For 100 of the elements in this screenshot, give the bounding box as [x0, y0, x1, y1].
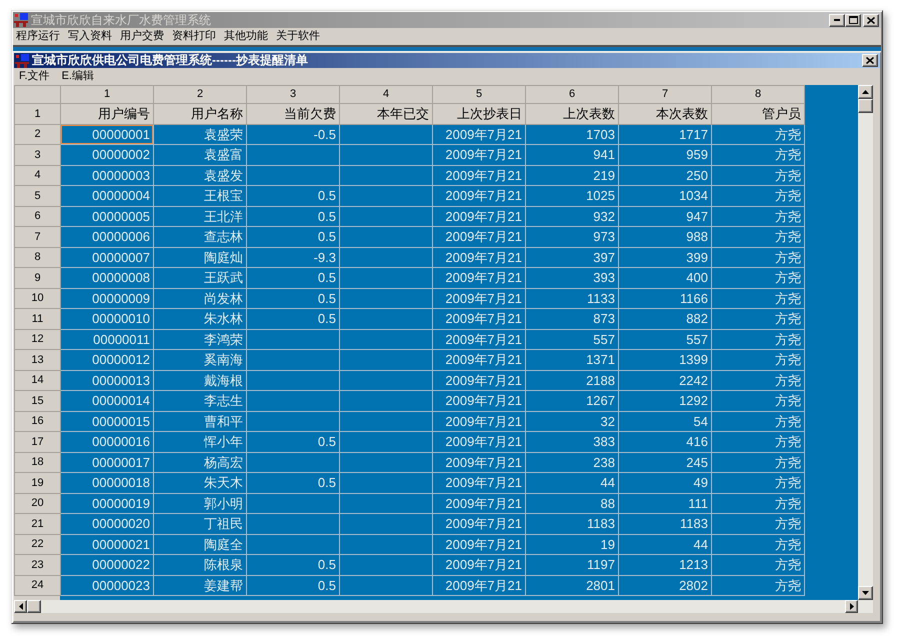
table-cell: 00000015: [60, 411, 154, 432]
table-cell: 973: [526, 226, 618, 247]
table-cell: 0.5: [246, 308, 340, 329]
table-cell: 王北洋: [154, 206, 246, 226]
table-cell: 2009年7月21: [432, 575, 526, 596]
table-cell: 查志林: [154, 226, 246, 247]
table-cell: 2009年7月21: [432, 411, 526, 432]
table-cell: 882: [618, 308, 712, 329]
scroll-up-button[interactable]: [858, 85, 873, 99]
scrollbar-thumb[interactable]: [858, 99, 873, 113]
table-cell: 0.5: [246, 206, 340, 226]
table-cell: 1267: [526, 390, 618, 411]
row-number: 16: [14, 411, 60, 432]
table-cell: 方尧: [712, 268, 804, 288]
table-cell: 方尧: [712, 452, 804, 472]
column-header: 用户名称: [154, 104, 246, 124]
column-header: 用户编号: [60, 104, 154, 124]
row-number: 19: [14, 472, 60, 493]
table-cell: 2009年7月21: [432, 472, 526, 493]
table-cell: 方尧: [712, 514, 804, 534]
table-cell: 李志生: [154, 390, 246, 411]
table-cell: 00000006: [60, 226, 154, 247]
scroll-right-button[interactable]: [845, 600, 858, 613]
horizontal-scrollbar[interactable]: [14, 600, 858, 613]
table-cell: 0.5: [246, 554, 340, 575]
table-cell: 2009年7月21: [432, 514, 526, 534]
table-cell: 0.5: [246, 288, 340, 308]
table-cell: 姜建帮: [154, 575, 246, 596]
table-cell: 方尧: [712, 432, 804, 452]
table-cell: 399: [618, 247, 712, 268]
scroll-left-button[interactable]: [14, 600, 27, 613]
vertical-scrollbar[interactable]: [858, 85, 873, 600]
close-button[interactable]: [862, 54, 878, 67]
app-icon: [15, 54, 29, 68]
menu-item[interactable]: F.文件: [17, 69, 52, 84]
scroll-down-button[interactable]: [858, 586, 873, 600]
minimize-icon: [834, 19, 840, 21]
table-cell: 00000022: [60, 554, 154, 575]
row-number: 6: [14, 206, 60, 226]
table-cell: 00000011: [60, 329, 154, 350]
maximize-button[interactable]: [845, 14, 861, 26]
scrollbar-thumb[interactable]: [27, 600, 41, 613]
table-cell: 988: [618, 226, 712, 247]
row-number: 17: [14, 432, 60, 452]
table-cell: 111: [618, 493, 712, 514]
table-cell: 00000005: [60, 206, 154, 226]
row-number: 14: [14, 370, 60, 390]
table-cell: 方尧: [712, 206, 804, 226]
menu-item[interactable]: 写入资料: [66, 29, 114, 44]
table-cell: 戴海根: [154, 370, 246, 390]
close-button[interactable]: [863, 14, 879, 26]
table-cell: 朱水林: [154, 308, 246, 329]
column-number: 2: [154, 86, 246, 104]
row-number: 9: [14, 268, 60, 288]
table-cell: 袁盛荣: [154, 124, 246, 144]
menu-item[interactable]: 其他功能: [222, 29, 270, 44]
table-cell: 1717: [618, 124, 712, 144]
menu-item[interactable]: 程序运行: [14, 29, 62, 44]
table-cell: 00000007: [60, 247, 154, 268]
table-cell: 00000012: [60, 350, 154, 370]
table-cell: 2009年7月21: [432, 268, 526, 288]
table-cell: 2009年7月21: [432, 370, 526, 390]
table-cell: 1703: [526, 124, 618, 144]
table-cell: 方尧: [712, 124, 804, 144]
table-cell: 49: [618, 472, 712, 493]
table-cell: 00000018: [60, 472, 154, 493]
row-number: 22: [14, 534, 60, 554]
table-cell: 557: [618, 329, 712, 350]
menu-item[interactable]: 资料打印: [170, 29, 218, 44]
table-cell: 2009年7月21: [432, 124, 526, 144]
row-number: 4: [14, 165, 60, 186]
table-cell: 32: [526, 411, 618, 432]
table-cell: 方尧: [712, 288, 804, 308]
column-number: 4: [340, 86, 432, 104]
table-cell: 1399: [618, 350, 712, 370]
table-cell: 王跃武: [154, 268, 246, 288]
row-number: 20: [14, 493, 60, 514]
table-cell: 2009年7月21: [432, 432, 526, 452]
table-cell: 932: [526, 206, 618, 226]
menu-item[interactable]: 关于软件: [274, 29, 322, 44]
row-number: 11: [14, 308, 60, 329]
table-cell: 方尧: [712, 370, 804, 390]
up-arrow-icon: [862, 90, 869, 94]
window-title: 宣城市欣欣自来水厂水费管理系统: [31, 12, 212, 28]
menu-item[interactable]: E.编辑: [60, 69, 96, 84]
table-cell: 王根宝: [154, 186, 246, 206]
table-cell: 00000001: [60, 124, 154, 144]
table-cell: 方尧: [712, 534, 804, 554]
column-header: 当前欠费: [246, 104, 340, 124]
table-cell: 方尧: [712, 493, 804, 514]
column-number: 6: [526, 86, 618, 104]
column-header: 上次抄表日: [432, 104, 526, 124]
table-cell: 2188: [526, 370, 618, 390]
table-cell: 941: [526, 144, 618, 165]
table-cell: 416: [618, 432, 712, 452]
menu-item[interactable]: 用户交费: [118, 29, 166, 44]
minimize-button[interactable]: [829, 14, 845, 26]
table-cell: 2009年7月21: [432, 165, 526, 186]
table-cell: 2009年7月21: [432, 226, 526, 247]
table-cell: 2802: [618, 575, 712, 596]
